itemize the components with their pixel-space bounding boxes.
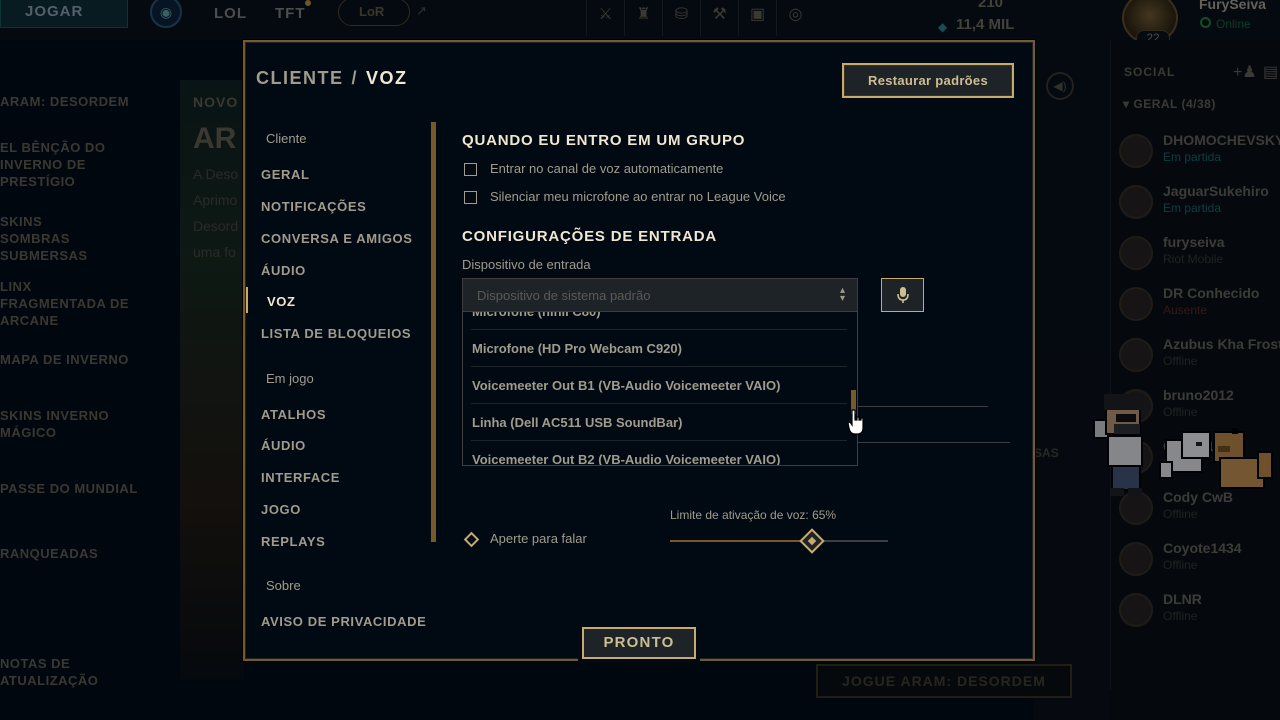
dropdown-option[interactable]: Voicemeeter Out B2 (VB-Audio Voicemeeter…	[471, 441, 847, 465]
input-device-label: Dispositivo de entrada	[462, 257, 591, 272]
input-device-value: Dispositivo de sistema padrão	[477, 288, 651, 303]
push-to-talk-label[interactable]: Aperte para falar	[490, 531, 587, 546]
sidebar-item-hotkeys[interactable]: ATALHOS	[261, 407, 326, 422]
dropdown-option[interactable]: Microfone (nihil C80)	[471, 312, 847, 330]
dropdown-option[interactable]: Microfone (HD Pro Webcam C920)	[471, 330, 847, 367]
sidebar-scrollbar[interactable]	[431, 122, 436, 542]
sidebar-item-game[interactable]: JOGO	[261, 502, 301, 517]
sidebar-item-ingame-audio[interactable]: ÁUDIO	[261, 438, 306, 453]
dropdown-option[interactable]: Linha (Dell AC511 USB SoundBar)	[471, 404, 847, 441]
sidebar-section-about: Sobre	[266, 578, 301, 593]
sidebar-active-indicator	[245, 287, 248, 313]
activation-threshold-label: Limite de ativação de voz: 65%	[670, 508, 837, 522]
sidebar-item-chat-friends[interactable]: CONVERSA E AMIGOS	[261, 231, 413, 246]
breadcrumb: CLIENTE / VOZ	[256, 68, 408, 89]
sidebar-item-general[interactable]: GERAL	[261, 167, 310, 182]
sidebar-item-voice[interactable]: VOZ	[267, 294, 296, 309]
sidebar-item-audio[interactable]: ÁUDIO	[261, 263, 306, 278]
auto-join-voice-label[interactable]: Entrar no canal de voz automaticamente	[490, 161, 723, 176]
sidebar-item-notifications[interactable]: NOTIFICAÇÕES	[261, 199, 366, 214]
section-divider	[858, 442, 1010, 443]
settings-sidebar: Cliente GERAL NOTIFICAÇÕES CONVERSA E AM…	[245, 122, 435, 642]
push-to-talk-radio[interactable]	[463, 531, 480, 548]
microphone-test-button[interactable]	[881, 278, 924, 312]
sidebar-section-ingame: Em jogo	[266, 371, 314, 386]
select-caret-icon: ▴ ▾	[839, 285, 845, 304]
breadcrumb-separator: /	[351, 68, 359, 88]
hand-cursor-icon	[847, 409, 864, 435]
input-device-dropdown: Microfone (nihil C80) Microfone (HD Pro …	[462, 312, 858, 466]
auto-join-voice-checkbox[interactable]	[464, 163, 477, 176]
sidebar-item-privacy-notice[interactable]: AVISO DE PRIVACIDADE	[261, 614, 426, 629]
done-button-frame: PRONTO	[578, 623, 700, 663]
sidebar-item-interface[interactable]: INTERFACE	[261, 470, 340, 485]
restore-defaults-button[interactable]: Restaurar padrões	[842, 63, 1014, 98]
breadcrumb-parent: CLIENTE	[256, 68, 344, 88]
mute-on-join-checkbox[interactable]	[464, 191, 477, 204]
sidebar-item-replays[interactable]: REPLAYS	[261, 534, 325, 549]
activation-slider-fill	[670, 540, 812, 542]
activation-threshold-slider[interactable]	[670, 528, 888, 554]
input-settings-title: CONFIGURAÇÕES DE ENTRADA	[462, 228, 718, 245]
microphone-icon	[896, 287, 909, 304]
breadcrumb-current: VOZ	[366, 68, 408, 88]
group-settings-title: QUANDO EU ENTRO EM UM GRUPO	[462, 132, 746, 149]
volume-slider-track[interactable]	[858, 406, 988, 407]
mute-on-join-label[interactable]: Silenciar meu microfone ao entrar no Lea…	[490, 189, 786, 204]
sidebar-section-client: Cliente	[266, 131, 307, 146]
activation-slider-knob[interactable]	[799, 528, 825, 554]
dropdown-option[interactable]: Voicemeeter Out B1 (VB-Audio Voicemeeter…	[471, 367, 847, 404]
sidebar-item-block-list[interactable]: LISTA DE BLOQUEIOS	[261, 326, 411, 341]
settings-modal: CLIENTE / VOZ Restaurar padrões Cliente GE…	[243, 40, 1035, 661]
input-device-select[interactable]: Dispositivo de sistema padrão ▴ ▾	[462, 278, 858, 312]
done-button[interactable]: PRONTO	[582, 627, 696, 659]
